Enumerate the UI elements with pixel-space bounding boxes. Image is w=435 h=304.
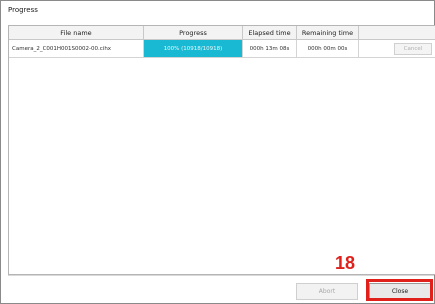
progress-bar: 100% (10918/10918) — [144, 40, 243, 58]
column-header-action — [359, 26, 435, 40]
column-header-file-name[interactable]: File name — [9, 26, 144, 40]
window-title: Progress — [8, 6, 38, 14]
title-bar: Progress — [1, 1, 434, 21]
progress-table: File name Progress Elapsed time Remainin… — [8, 25, 435, 275]
table-header: File name Progress Elapsed time Remainin… — [9, 26, 435, 40]
abort-button[interactable]: Abort — [296, 283, 358, 300]
remaining-time-cell: 000h 00m 00s — [297, 40, 359, 58]
step-number-label: 18 — [335, 253, 356, 273]
table-row[interactable]: Camera_2_C001H001S0002-00.cihx 100% (109… — [9, 40, 435, 58]
close-button[interactable]: Close — [369, 283, 431, 300]
column-header-elapsed-time[interactable]: Elapsed time — [243, 26, 297, 40]
progress-dialog: Progress File name Progress Elapsed time… — [0, 0, 435, 304]
footer-divider — [8, 275, 434, 276]
file-name-cell: Camera_2_C001H001S0002-00.cihx — [9, 40, 144, 58]
progress-text: 100% (10918/10918) — [163, 45, 223, 52]
cancel-button[interactable]: Cancel — [394, 42, 432, 55]
action-cell: Cancel — [359, 40, 435, 58]
column-header-progress[interactable]: Progress — [144, 26, 243, 40]
elapsed-time-cell: 000h 13m 08s — [243, 40, 297, 58]
column-header-remaining-time[interactable]: Remaining time — [297, 26, 359, 40]
